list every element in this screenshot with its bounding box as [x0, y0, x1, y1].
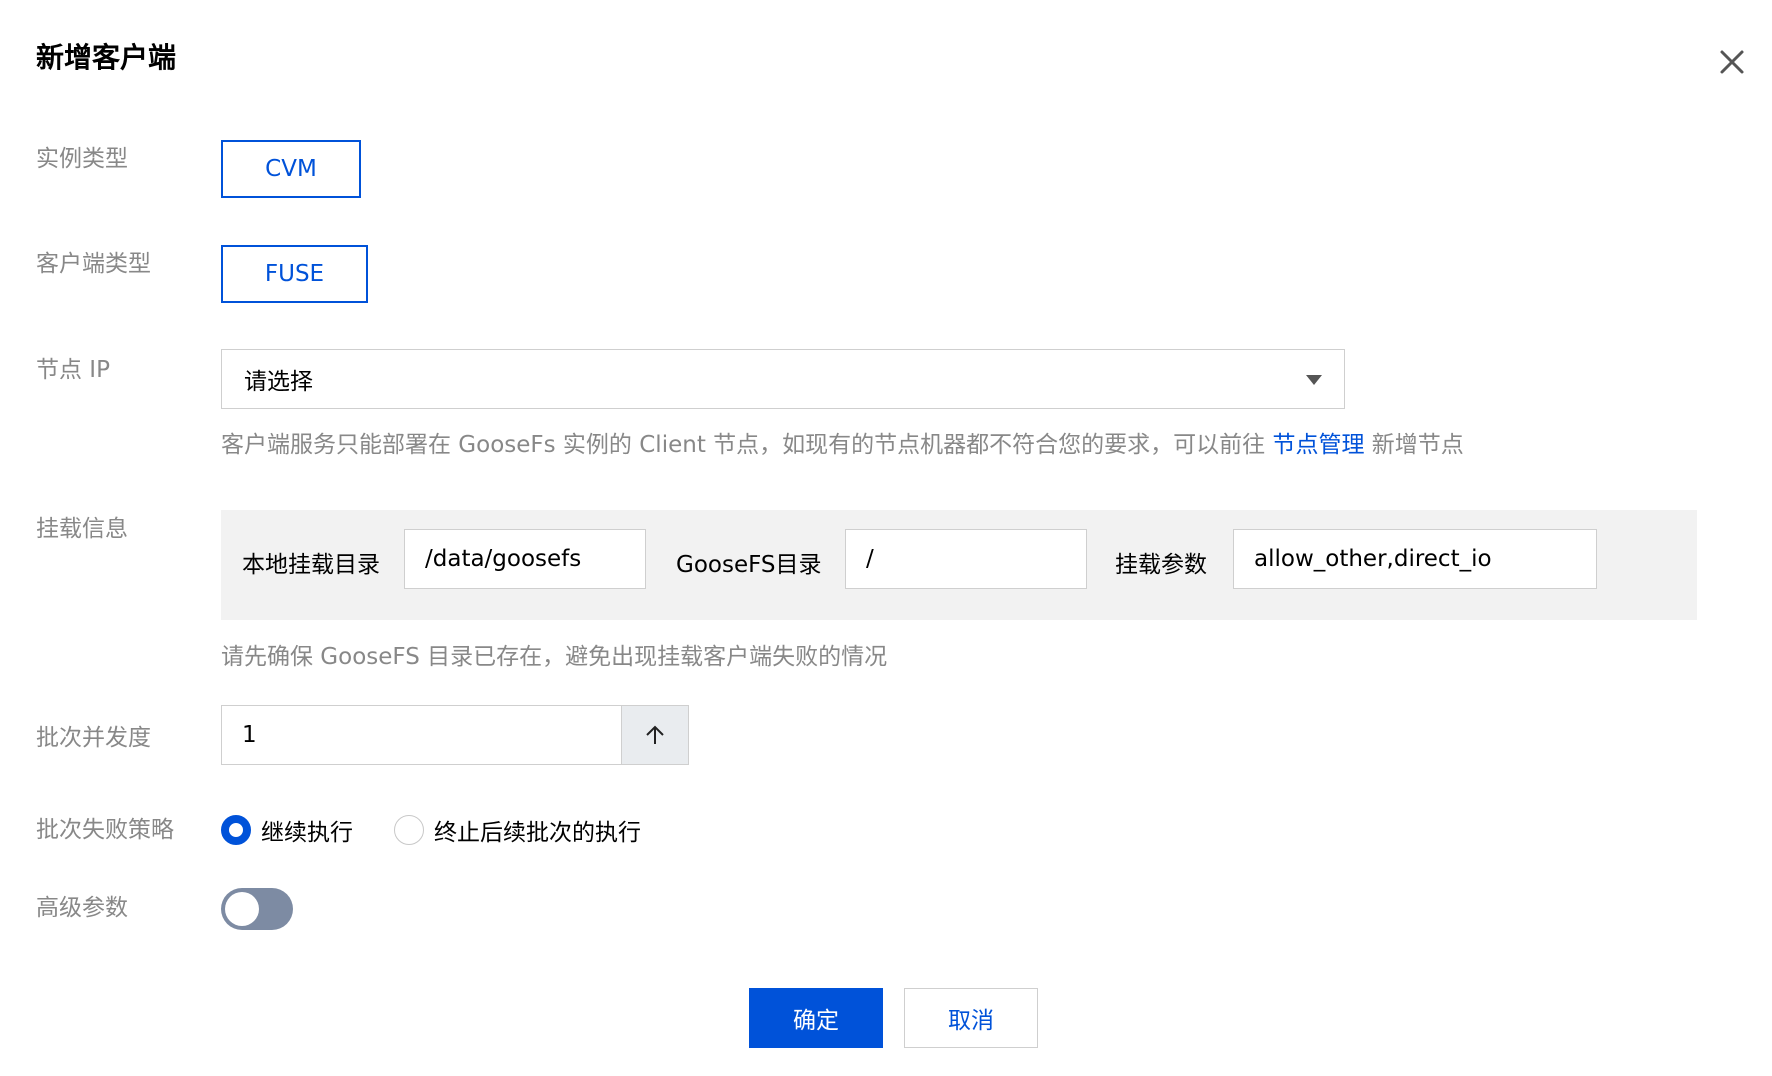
- radio-stop-subsequent[interactable]: 终止后续批次的执行: [394, 813, 641, 847]
- node-ip-hint-suffix: 新增节点: [1371, 432, 1464, 458]
- arrow-up-icon[interactable]: [621, 706, 688, 764]
- node-ip-select[interactable]: 请选择: [221, 349, 1345, 409]
- radio-unchecked-icon: [394, 815, 424, 845]
- advanced-params-label: 高级参数: [36, 895, 128, 921]
- local-dir-input[interactable]: /data/goosefs: [404, 529, 646, 589]
- mount-params-label: 挂载参数: [1115, 552, 1207, 578]
- node-ip-hint-text: 客户端服务只能部署在 GooseFs 实例的 Client 节点，如现有的节点机…: [221, 432, 1266, 458]
- batch-concurrency-label: 批次并发度: [36, 725, 151, 751]
- batch-concurrency-input[interactable]: 1: [222, 706, 621, 764]
- instance-type-cvm-button[interactable]: CVM: [221, 140, 361, 198]
- dialog-title: 新增客户端: [36, 41, 177, 74]
- advanced-params-toggle[interactable]: [221, 888, 293, 930]
- goosefs-dir-label: GooseFS目录: [676, 552, 822, 578]
- radio-stop-label: 终止后续批次的执行: [434, 820, 641, 846]
- node-ip-label: 节点 IP: [36, 357, 110, 383]
- mount-info-panel: 本地挂载目录 /data/goosefs GooseFS目录 / 挂载参数 al…: [221, 510, 1697, 620]
- node-ip-placeholder: 请选择: [244, 369, 313, 395]
- batch-concurrency-stepper: 1: [221, 705, 689, 765]
- node-ip-hint: 客户端服务只能部署在 GooseFs 实例的 Client 节点，如现有的节点机…: [221, 428, 1464, 462]
- batch-failure-strategy-label: 批次失败策略: [36, 817, 174, 843]
- mount-info-label: 挂载信息: [36, 516, 128, 542]
- mount-params-input[interactable]: allow_other,direct_io: [1233, 529, 1597, 589]
- local-dir-label: 本地挂载目录: [242, 552, 380, 578]
- client-type-fuse-button[interactable]: FUSE: [221, 245, 368, 303]
- radio-continue-label: 继续执行: [261, 820, 353, 846]
- goosefs-dir-input[interactable]: /: [845, 529, 1087, 589]
- node-management-link[interactable]: 节点管理: [1272, 432, 1364, 458]
- toggle-knob: [225, 892, 259, 926]
- close-icon[interactable]: [1710, 40, 1754, 84]
- radio-continue[interactable]: 继续执行: [221, 813, 353, 847]
- cancel-button[interactable]: 取消: [904, 988, 1038, 1048]
- confirm-button[interactable]: 确定: [749, 988, 883, 1048]
- caret-down-icon: [1306, 375, 1322, 385]
- instance-type-label: 实例类型: [36, 146, 128, 172]
- mount-hint: 请先确保 GooseFS 目录已存在，避免出现挂载客户端失败的情况: [221, 644, 888, 670]
- radio-checked-icon: [221, 815, 251, 845]
- client-type-label: 客户端类型: [36, 251, 151, 277]
